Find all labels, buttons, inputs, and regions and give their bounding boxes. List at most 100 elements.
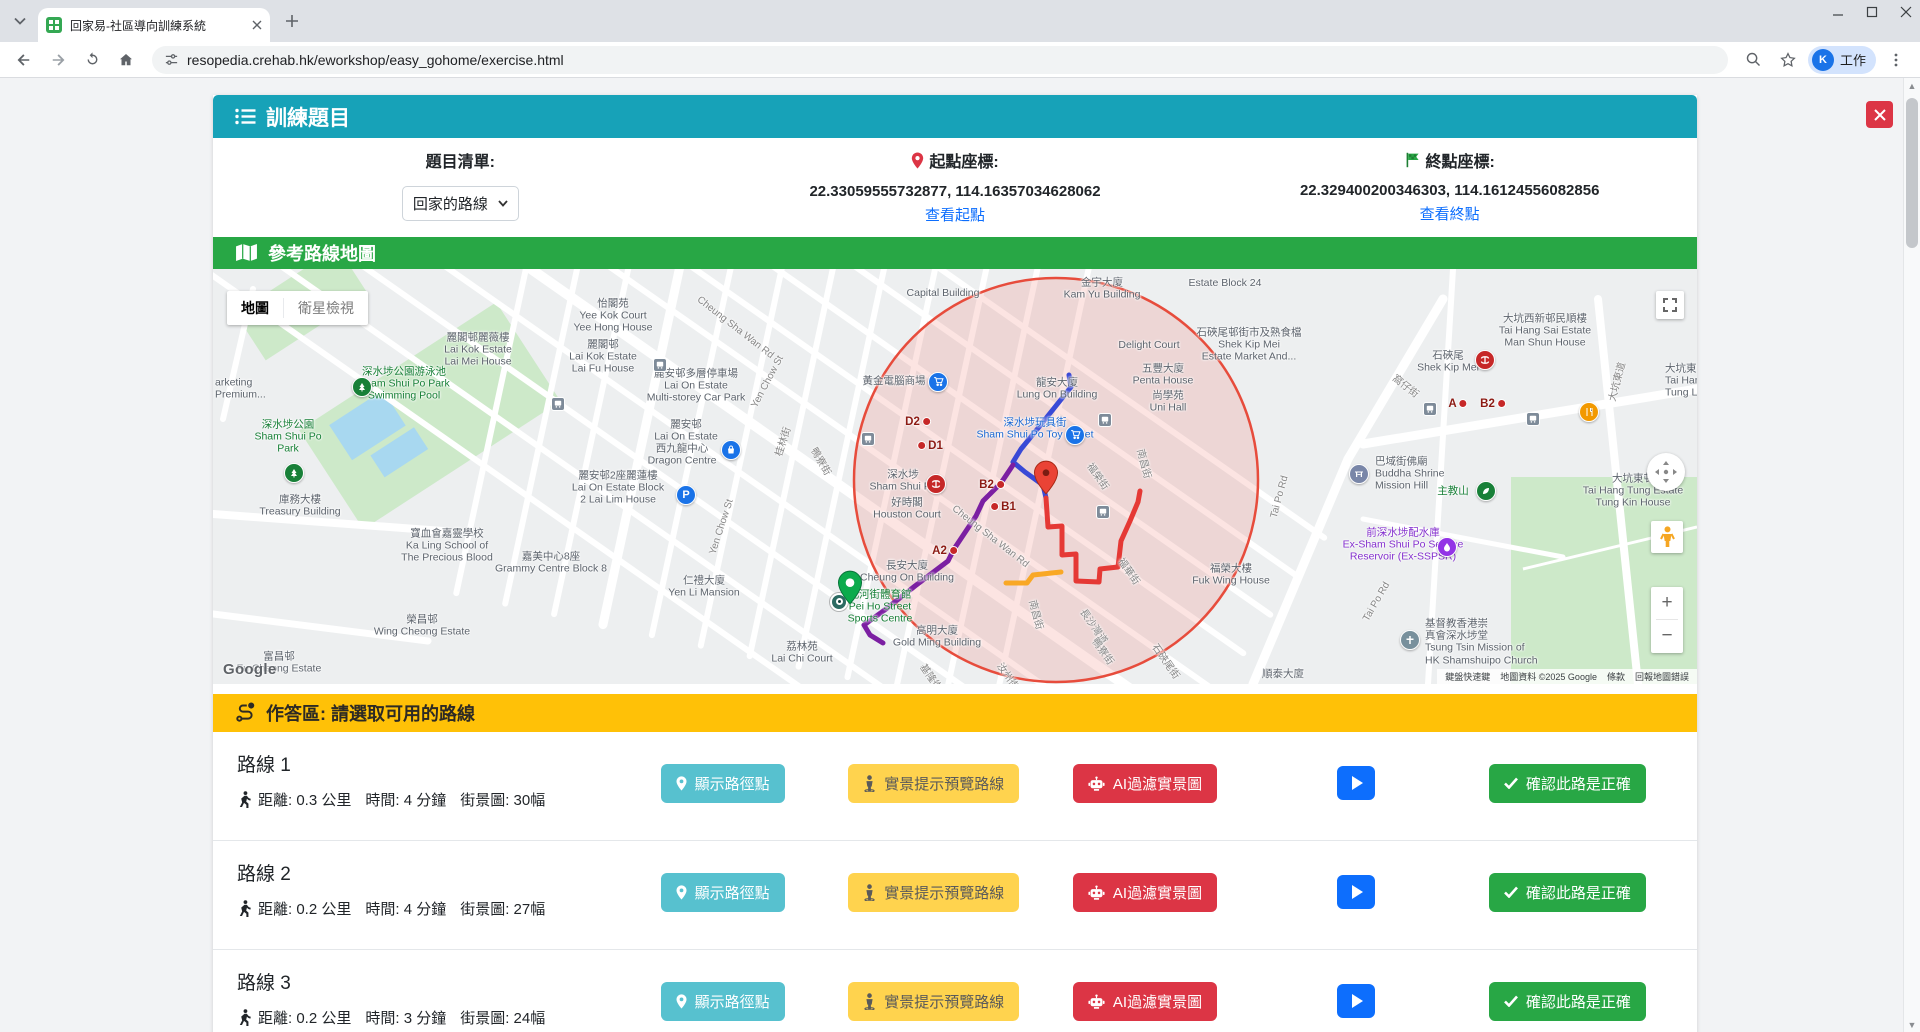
start-coords-value: 22.33059555732877, 114.16357034628062 <box>708 183 1203 200</box>
map-poi-label: arketingPremium... <box>215 376 266 401</box>
map-poi-label: 大坑東邨Tai Hang TuTung Lung <box>1665 362 1697 399</box>
play-route-button[interactable] <box>1337 984 1375 1018</box>
play-route-button[interactable] <box>1337 875 1375 909</box>
map-marker-tree <box>284 463 304 483</box>
map-marker-exit: B2 <box>979 479 1005 491</box>
map[interactable]: 怡閣苑Yee Kok CourtYee Hong House麗閣邨麗薇樓Lai … <box>213 269 1697 684</box>
tab-close-icon[interactable] <box>252 20 262 30</box>
map-poi-label: Estate Block 24 <box>1189 276 1262 288</box>
robot-icon <box>1088 885 1105 900</box>
streetview-preview-button[interactable]: 實景提示預覽路線 <box>848 873 1019 912</box>
map-poi-label: 高明大廈Gold Ming Building <box>893 624 981 649</box>
route-distance: 距離: 0.2 公里 <box>258 1007 351 1028</box>
map-marker-mtr[interactable] <box>1475 350 1495 370</box>
start-pin-icon <box>911 152 924 169</box>
map-marker-exit: A2 <box>932 545 958 557</box>
profile-chip[interactable]: K 工作 <box>1808 46 1876 74</box>
route-row-2: 路線 2 距離: 0.2 公里 時間: 4 分鐘 街景圖: 27幅 顯示路徑點 … <box>213 841 1697 950</box>
confirm-route-button[interactable]: 確認此路是正確 <box>1489 764 1646 803</box>
map-marker-exit: D1 <box>917 440 943 452</box>
map-marker-mall <box>721 440 741 460</box>
map-poi-label: 麗安邨多層停車場Lai On EstateMulti-storey Car Pa… <box>647 367 746 404</box>
view-start-link[interactable]: 查看起點 <box>925 204 985 225</box>
walking-icon <box>237 1009 252 1026</box>
route-distance: 距離: 0.2 公里 <box>258 898 351 919</box>
zoom-search-icon[interactable] <box>1740 46 1768 74</box>
scrollbar-thumb[interactable] <box>1906 98 1918 248</box>
map-fullscreen-icon[interactable] <box>1656 291 1684 319</box>
ai-filter-button[interactable]: AI過濾實景圖 <box>1073 764 1217 803</box>
route-row-1: 路線 1 距離: 0.3 公里 時間: 4 分鐘 街景圖: 30幅 顯示路徑點 … <box>213 732 1697 841</box>
panel-close-button[interactable] <box>1866 101 1893 128</box>
play-icon <box>1352 994 1363 1008</box>
end-coords-column: 終點座標: 22.329400200346303, 114.1612455608… <box>1202 148 1697 225</box>
scrollbar-down-icon[interactable]: ▼ <box>1904 1017 1920 1032</box>
map-type-map[interactable]: 地圖 <box>227 298 283 318</box>
confirm-route-button[interactable]: 確認此路是正確 <box>1489 982 1646 1021</box>
map-pan-control[interactable] <box>1647 453 1685 491</box>
map-marker-bus <box>861 432 875 446</box>
pegman-icon[interactable] <box>1651 521 1683 553</box>
route-time: 時間: 4 分鐘 <box>365 898 446 919</box>
page-body: ▲ ▼ 訓練題目 題目清單: 回家的路線 <box>0 78 1920 1032</box>
question-select[interactable]: 回家的路線 <box>402 186 519 221</box>
show-waypoints-button[interactable]: 顯示路徑點 <box>661 982 785 1021</box>
forward-icon[interactable] <box>44 46 72 74</box>
scrollbar-up-icon[interactable]: ▲ <box>1904 78 1920 94</box>
map-poi-label: 仁禮大廈Yen Li Mansion <box>668 574 739 599</box>
browser-menu-icon[interactable] <box>1882 46 1910 74</box>
map-marker-church <box>1400 630 1420 650</box>
bookmark-star-icon[interactable] <box>1774 46 1802 74</box>
ai-filter-button[interactable]: AI過濾實景圖 <box>1073 982 1217 1021</box>
view-end-link[interactable]: 查看終點 <box>1420 203 1480 224</box>
map-poi-label: 庫務大樓Treasury Building <box>259 493 340 518</box>
map-marker-exit: D2 <box>905 416 931 428</box>
map-marker-bus <box>1098 413 1112 427</box>
map-poi-label: 麗安邨Lai On Estate <box>654 418 718 443</box>
streetview-preview-button[interactable]: 實景提示預覽路線 <box>848 764 1019 803</box>
terms-link[interactable]: 條款 <box>1607 670 1625 683</box>
keyboard-shortcuts-link[interactable]: 鍵盤快速鍵 <box>1445 670 1490 683</box>
url-text: resopedia.crehab.hk/eworkshop/easy_gohom… <box>187 52 564 68</box>
browser-tab[interactable]: 回家易-社區導向訓練系統 <box>38 8 270 42</box>
route-streetview-count: 街景圖: 24幅 <box>460 1007 545 1028</box>
show-waypoints-button[interactable]: 顯示路徑點 <box>661 873 785 912</box>
reload-icon[interactable] <box>78 46 106 74</box>
site-settings-icon[interactable] <box>164 52 179 67</box>
play-route-button[interactable] <box>1337 766 1375 800</box>
robot-icon <box>1088 776 1105 791</box>
map-marker-pin-red[interactable] <box>1034 460 1059 500</box>
map-zoom-control: + − <box>1651 587 1683 653</box>
page-scrollbar[interactable]: ▲ ▼ <box>1903 78 1920 1032</box>
confirm-route-button[interactable]: 確認此路是正確 <box>1489 873 1646 912</box>
home-icon[interactable] <box>112 46 140 74</box>
route-distance: 距離: 0.3 公里 <box>258 789 351 810</box>
robot-icon <box>1088 994 1105 1009</box>
route-title: 路線 2 <box>237 859 617 886</box>
map-poi-label: 五豐大廈Penta House <box>1133 362 1194 387</box>
map-type-satellite[interactable]: 衛星檢視 <box>284 298 368 318</box>
back-icon[interactable] <box>10 46 38 74</box>
map-marker-bus <box>1526 412 1540 426</box>
url-bar[interactable]: resopedia.crehab.hk/eworkshop/easy_gohom… <box>152 46 1728 74</box>
map-marker-mtr[interactable] <box>926 474 946 494</box>
streetview-preview-button[interactable]: 實景提示預覽路線 <box>848 982 1019 1021</box>
show-waypoints-button[interactable]: 顯示路徑點 <box>661 764 785 803</box>
window-minimize-icon[interactable] <box>1832 6 1844 18</box>
check-icon <box>1504 886 1518 898</box>
route-time: 時間: 3 分鐘 <box>365 1007 446 1028</box>
ai-filter-button[interactable]: AI過濾實景圖 <box>1073 873 1217 912</box>
window-close-icon[interactable] <box>1900 6 1912 18</box>
zoom-out-icon[interactable]: − <box>1651 620 1683 653</box>
training-title: 訓練題目 <box>266 102 350 132</box>
report-error-link[interactable]: 回報地圖錯誤 <box>1635 670 1689 683</box>
browser-toolbar: resopedia.crehab.hk/eworkshop/easy_gohom… <box>0 42 1920 77</box>
new-tab-button[interactable] <box>278 7 306 35</box>
map-marker-res <box>1437 537 1457 557</box>
map-marker-cart <box>1065 425 1085 445</box>
window-maximize-icon[interactable] <box>1866 6 1878 18</box>
map-marker-pin-green[interactable] <box>838 570 863 610</box>
tab-favicon <box>46 17 62 33</box>
zoom-in-icon[interactable]: + <box>1651 587 1683 620</box>
tab-search-chevron-icon[interactable] <box>6 7 34 35</box>
